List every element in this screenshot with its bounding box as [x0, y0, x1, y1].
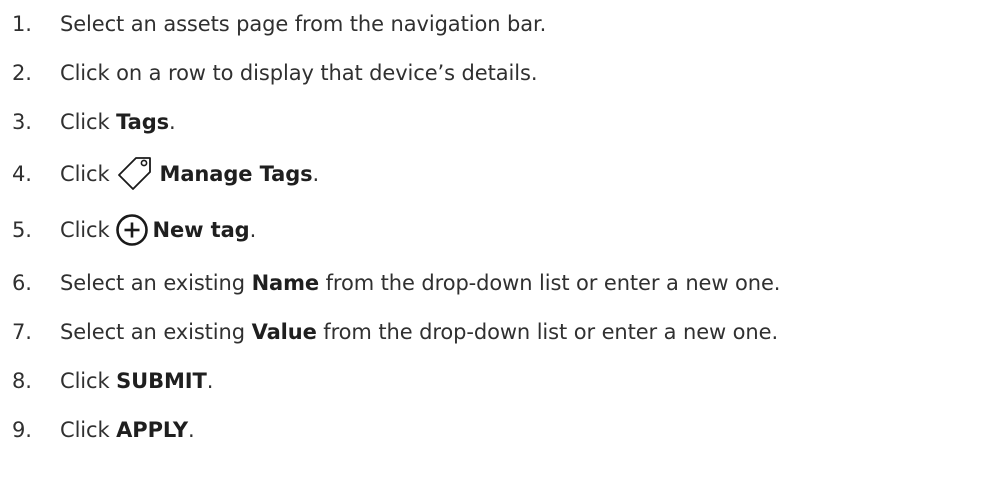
step-text: Select an assets page from the navigatio…	[60, 12, 547, 36]
ui-term-submit: SUBMIT	[116, 369, 207, 393]
step-prefix: Select an existing	[60, 320, 252, 344]
step-number: 9.	[12, 418, 32, 442]
step-prefix: Click	[60, 369, 117, 393]
ui-term-value: Value	[251, 320, 317, 344]
step-text: Select an existing Name from the drop-do…	[60, 271, 780, 295]
step-suffix: .	[187, 418, 195, 442]
step-8: 8. Click SUBMIT.	[12, 361, 213, 401]
step-number: 5.	[12, 218, 32, 242]
step-prefix: Select an existing	[60, 271, 252, 295]
step-suffix: from the drop-down list or enter a new o…	[316, 320, 779, 344]
step-number: 7.	[12, 320, 32, 344]
step-suffix: .	[169, 110, 176, 134]
step-text: Click Manage Tags.	[60, 155, 319, 193]
step-text: Click APPLY.	[60, 418, 195, 442]
ui-term-apply: APPLY	[116, 418, 188, 442]
step-4: 4. Click Manage Tags.	[12, 154, 319, 194]
ui-term-name: Name	[251, 271, 320, 295]
step-number: 8.	[12, 369, 32, 393]
step-6: 6. Select an existing Name from the drop…	[12, 263, 780, 303]
step-suffix: .	[312, 162, 320, 186]
step-prefix: Click	[60, 218, 110, 242]
step-number: 6.	[12, 271, 32, 295]
step-number: 3.	[12, 110, 32, 134]
step-prefix: Click	[60, 110, 117, 134]
step-text: Click Tags.	[60, 110, 176, 134]
step-prefix: Click	[60, 162, 110, 186]
step-number: 1.	[12, 12, 32, 36]
plus-circle-icon	[115, 213, 149, 247]
step-text: Select an existing Value from the drop-d…	[60, 320, 778, 344]
step-5: 5. Click New tag.	[12, 210, 256, 250]
ui-term-manage-tags: Manage Tags	[159, 162, 313, 186]
tag-icon	[116, 155, 154, 193]
step-number: 2.	[12, 61, 32, 85]
step-7: 7. Select an existing Value from the dro…	[12, 312, 778, 352]
ui-term-tags: Tags	[116, 110, 170, 134]
step-2: 2. Click on a row to display that device…	[12, 53, 537, 93]
step-suffix: .	[206, 369, 214, 393]
step-text: Click New tag.	[60, 213, 256, 247]
step-suffix: from the drop-down list or enter a new o…	[319, 271, 781, 295]
step-1: 1. Select an assets page from the naviga…	[12, 4, 546, 44]
step-3: 3. Click Tags.	[12, 102, 176, 142]
step-text: Click SUBMIT.	[60, 369, 213, 393]
step-number: 4.	[12, 162, 32, 186]
step-suffix: .	[249, 218, 257, 242]
step-9: 9. Click APPLY.	[12, 410, 195, 450]
ui-term-new-tag: New tag	[152, 218, 250, 242]
step-text: Click on a row to display that device’s …	[60, 61, 538, 85]
step-prefix: Click	[60, 418, 117, 442]
